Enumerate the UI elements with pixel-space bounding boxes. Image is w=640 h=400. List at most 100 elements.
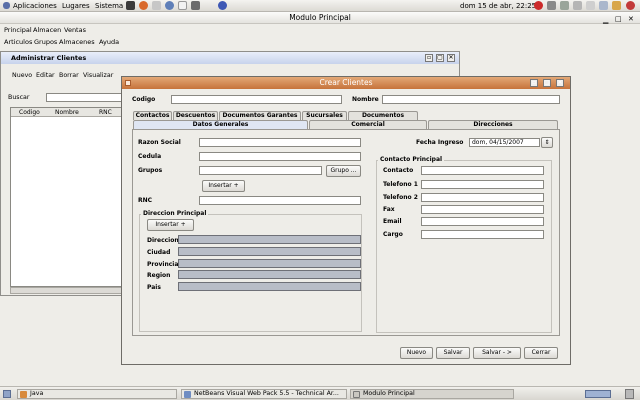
tab-documentos-garantes[interactable]: Documentos Garantes [219, 111, 301, 120]
tab-direcciones[interactable]: Direcciones [428, 120, 558, 129]
mail-icon[interactable] [152, 1, 161, 10]
tab-contactos[interactable]: Contactos [133, 111, 172, 120]
ciudad-label: Ciudad [147, 249, 171, 256]
power-icon[interactable] [626, 1, 635, 10]
menu-articulos[interactable]: Articulos [4, 38, 32, 46]
buscar-input[interactable] [46, 93, 124, 102]
menu-grupos[interactable]: Grupos [34, 38, 57, 46]
buscar-label: Buscar [8, 94, 30, 101]
ciudad-input[interactable] [178, 247, 361, 256]
task-modulo-principal[interactable]: Modulo Principal [350, 389, 514, 399]
rnc-label: RNC [138, 197, 153, 204]
menu-editar[interactable]: Editar [36, 72, 55, 79]
media-icon[interactable] [218, 1, 227, 10]
tab-documentos-general[interactable]: Documentos General [348, 111, 418, 127]
email-input[interactable] [421, 217, 544, 226]
salvar-next-button[interactable]: Salvar - > [473, 347, 521, 359]
cerrar-button[interactable]: Cerrar [524, 347, 558, 359]
telefono1-label: Telefono 1 [383, 181, 418, 188]
fecha-ingreso-label: Fecha Ingreso [416, 139, 464, 146]
window-menu-icon[interactable] [125, 80, 131, 86]
tab-descuentos[interactable]: Descuentos [173, 111, 218, 120]
rnc-input[interactable] [199, 196, 361, 205]
calendar-button[interactable]: ⇕ [541, 137, 553, 148]
trash-icon[interactable] [625, 389, 634, 399]
menu-almacen[interactable]: Almacen [33, 26, 61, 34]
crear-title-bar[interactable]: Crear Clientes ▫ ▢ ✕ [122, 77, 570, 89]
region-label: Region [147, 272, 171, 279]
menu-aplicaciones[interactable]: Aplicaciones [13, 2, 57, 10]
iconify-icon[interactable]: ▫ [425, 54, 433, 62]
show-desktop-icon[interactable] [3, 390, 11, 398]
java-icon [20, 391, 27, 398]
task-java[interactable]: Java [17, 389, 177, 399]
status-icon-a[interactable] [573, 1, 582, 10]
menu-borrar[interactable]: Borrar [59, 72, 79, 79]
pais-input[interactable] [178, 282, 361, 291]
workspace-switcher[interactable] [585, 390, 611, 398]
tab-contactos-label: Contactos [135, 112, 170, 119]
volume-icon[interactable] [547, 1, 556, 10]
menu-nuevo[interactable]: Nuevo [12, 72, 32, 79]
menu-ventas[interactable]: Ventas [64, 26, 86, 34]
telefono2-input[interactable] [421, 193, 544, 202]
fecha-ingreso-input[interactable]: dom, 04/15/2007 [469, 138, 540, 147]
document-icon[interactable] [178, 1, 187, 10]
column-rnc[interactable]: RNC [99, 109, 112, 116]
clientes-table[interactable]: Codigo Nombre RNC [10, 107, 125, 287]
battery-icon[interactable] [560, 1, 569, 10]
codigo-input[interactable] [171, 95, 342, 104]
terminal-icon[interactable] [126, 1, 135, 10]
cedula-input[interactable] [199, 152, 361, 161]
menu-lugares[interactable]: Lugares [62, 2, 90, 10]
direccion-principal-title: Direccion Principal [141, 210, 209, 217]
status-icon-b[interactable] [586, 1, 595, 10]
gnome-foot-icon[interactable] [3, 2, 10, 9]
close-icon[interactable]: ✕ [556, 79, 564, 87]
maximize-icon[interactable]: ▢ [436, 54, 444, 62]
salvar-button[interactable]: Salvar [436, 347, 470, 359]
grupos-input[interactable] [199, 166, 322, 175]
fax-label: Fax [383, 206, 395, 213]
menu-sistema[interactable]: Sistema [95, 2, 123, 10]
nombre-input[interactable] [382, 95, 560, 104]
contacto-label: Contacto [383, 167, 414, 174]
status-icon-c[interactable] [599, 1, 608, 10]
column-codigo[interactable]: Codigo [19, 109, 40, 116]
network-icon[interactable] [165, 1, 174, 10]
tab-sucursales[interactable]: Sucursales [302, 111, 347, 120]
telefono1-input[interactable] [421, 180, 544, 189]
grupos-label: Grupos [138, 167, 163, 174]
task-netbeans[interactable]: NetBeans Visual Web Pack 5.5 - Technical… [181, 389, 347, 399]
cargo-input[interactable] [421, 230, 544, 239]
grupo-button[interactable]: Grupo ... [326, 165, 361, 177]
status-icon-d[interactable] [612, 1, 621, 10]
fax-input[interactable] [421, 205, 544, 214]
direccion-input[interactable] [178, 235, 361, 244]
provincia-input[interactable] [178, 259, 361, 268]
settings-icon[interactable] [191, 1, 200, 10]
insertar-direccion-button[interactable]: Insertar + [147, 219, 194, 231]
close-icon[interactable]: ✕ [447, 54, 455, 62]
firefox-icon[interactable] [139, 1, 148, 10]
menu-principal[interactable]: Principal [4, 26, 32, 34]
nuevo-button[interactable]: Nuevo [400, 347, 433, 359]
contacto-input[interactable] [421, 166, 544, 175]
tab-datos-generales[interactable]: Datos Generales [133, 120, 308, 129]
tab-comercial[interactable]: Comercial [309, 120, 427, 129]
razon-social-input[interactable] [199, 138, 361, 147]
column-nombre[interactable]: Nombre [55, 109, 79, 116]
update-icon[interactable] [534, 1, 543, 10]
menu-visualizar[interactable]: Visualizar [83, 72, 113, 79]
codigo-label: Codigo [132, 96, 156, 103]
menu-ayuda[interactable]: Ayuda [99, 38, 119, 46]
task-modulo-principal-label: Modulo Principal [363, 390, 415, 397]
horizontal-scrollbar[interactable] [10, 287, 125, 294]
menu-almacenes[interactable]: Almacenes [59, 38, 95, 46]
iconify-icon[interactable]: ▫ [530, 79, 538, 87]
clock[interactable]: dom 15 de abr, 22:25 [460, 2, 536, 10]
maximize-icon[interactable]: ▢ [543, 79, 551, 87]
admin-title-bar[interactable]: Administrar Clientes ▫ ▢ ✕ [1, 52, 459, 64]
region-input[interactable] [178, 270, 361, 279]
insertar-grupo-button[interactable]: Insertar + [202, 180, 245, 192]
